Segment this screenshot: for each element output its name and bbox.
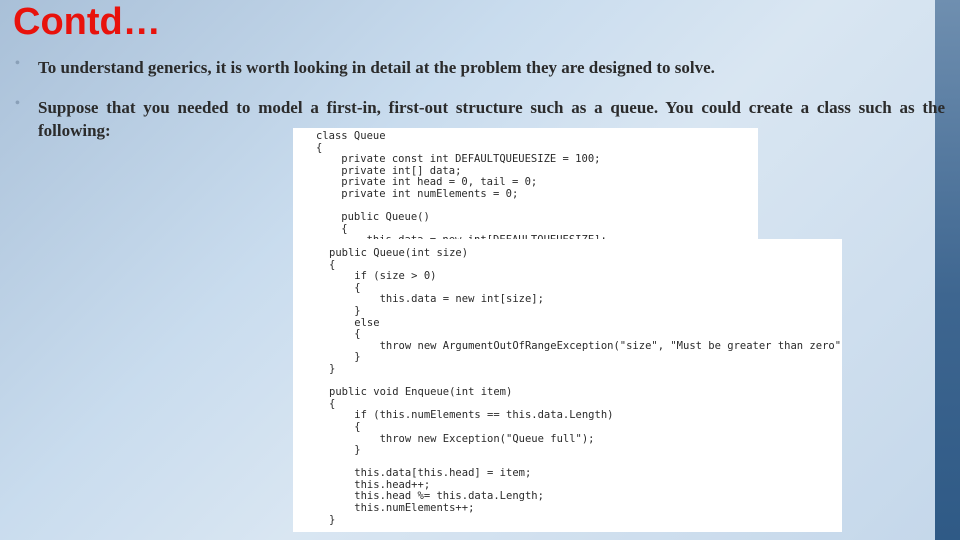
- slide-title: Contd…: [13, 1, 161, 43]
- bullet-dot-icon: •: [15, 96, 20, 111]
- decorative-side-band: [935, 0, 960, 540]
- bullet-dot-icon: •: [15, 56, 20, 71]
- code-snippet-methods: public Queue(int size) { if (size > 0) {…: [293, 239, 842, 532]
- bullet-text: To understand generics, it is worth look…: [38, 58, 715, 77]
- code-snippet-class-header: class Queue { private const int DEFAULTQ…: [293, 128, 758, 239]
